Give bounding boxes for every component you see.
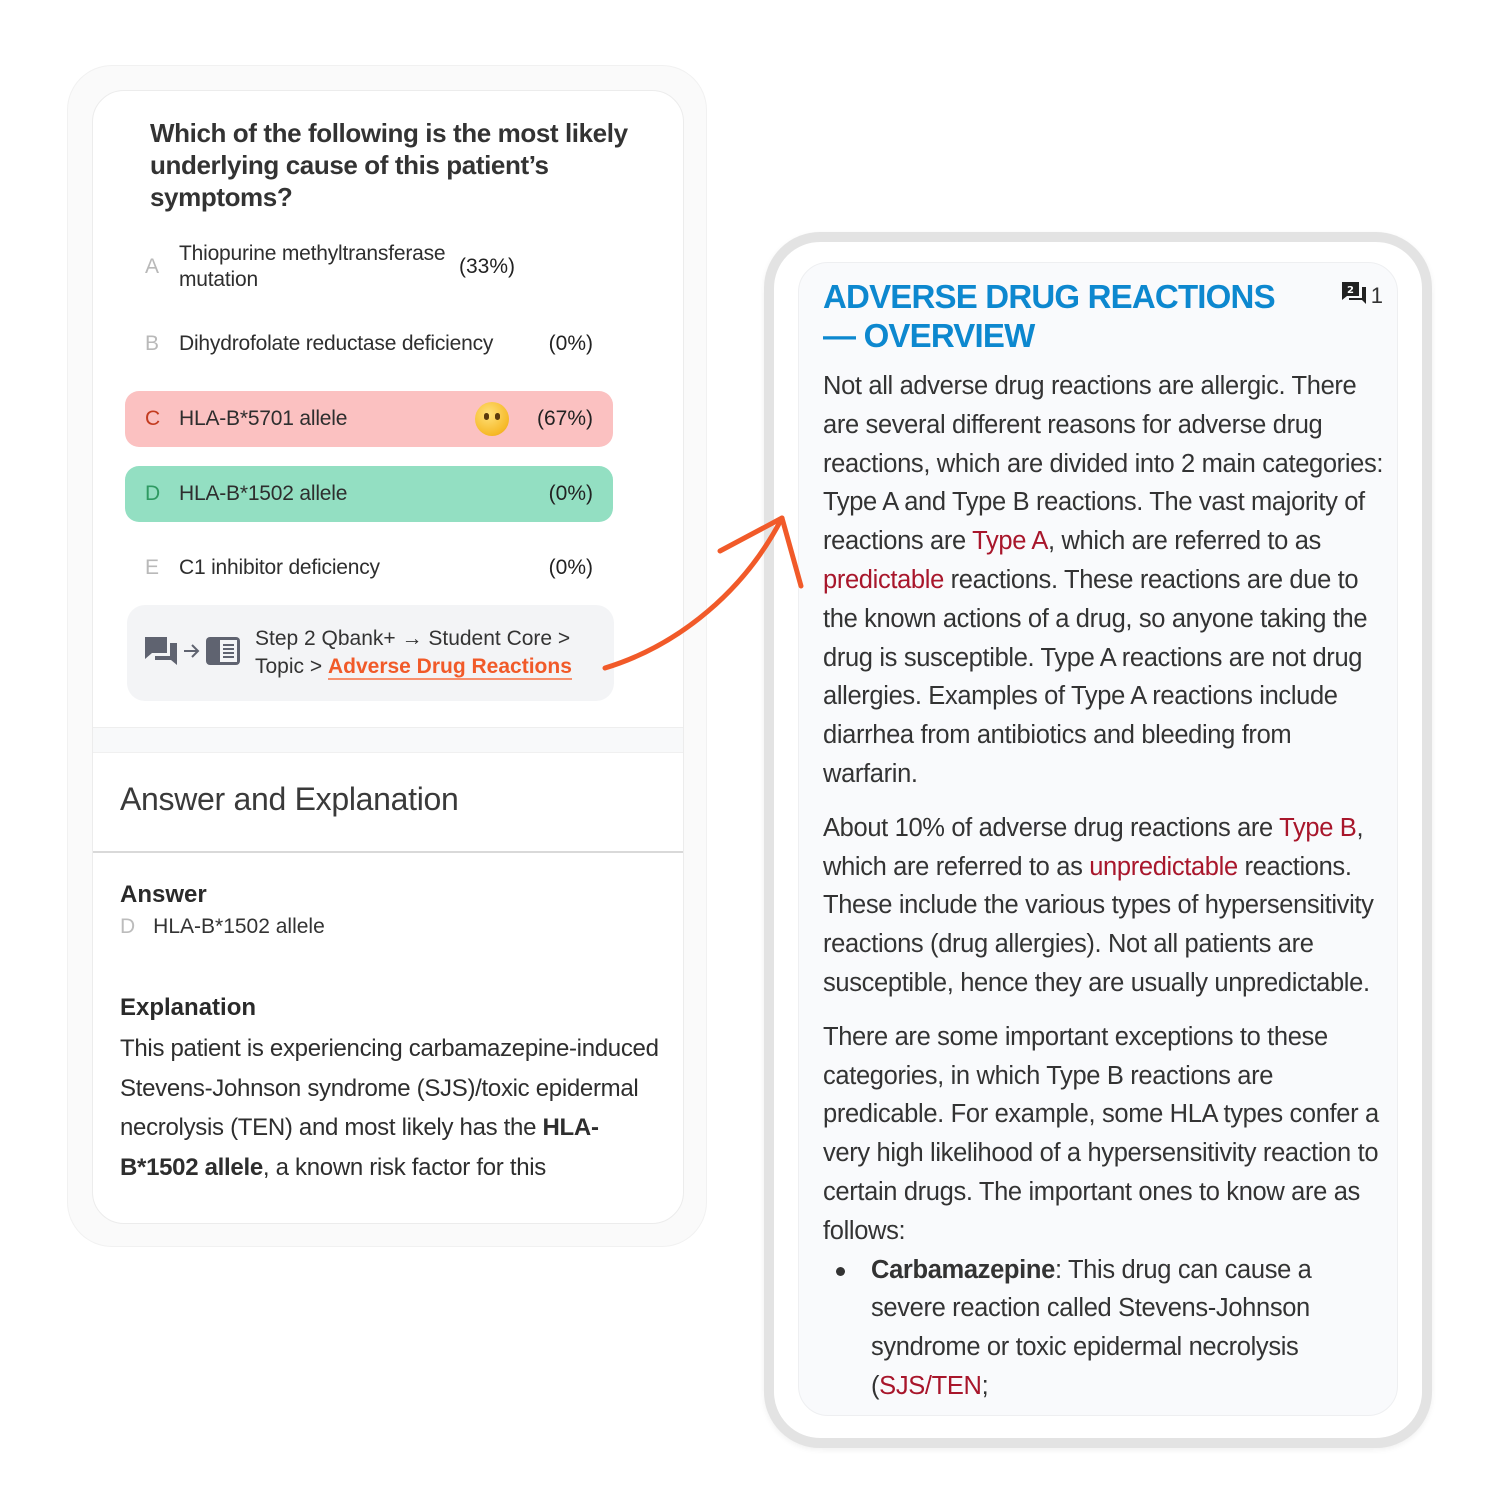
option-letter: D — [145, 482, 161, 505]
answer-heading: Answer — [120, 881, 207, 908]
breadcrumb-path: Step 2 Qbank+ → Student Core > — [255, 627, 571, 650]
option-letter: B — [145, 332, 160, 355]
article-card: ADVERSE DRUG REACTIONS — OVERVIEW 2 1 No… — [798, 262, 1398, 1416]
qbank-chat-icon — [143, 635, 179, 672]
answer-option-d[interactable]: D HLA-B*1502 allele (0%) — [125, 466, 613, 522]
explanation-text-part: , a known risk factor for this — [262, 1153, 546, 1181]
text: reactions. These reactions are due to th… — [823, 565, 1368, 788]
term-link[interactable]: SJS/TEN — [879, 1372, 982, 1400]
text: About 10% of adverse drug reactions are — [823, 813, 1280, 842]
article-title: ADVERSE DRUG REACTIONS — OVERVIEW — [823, 278, 1276, 354]
breadcrumb: Step 2 Qbank+ → Student Core > Topic > A… — [127, 605, 614, 701]
divider — [93, 851, 683, 853]
breadcrumb-text: Step 2 Qbank+ → Student Core > Topic > A… — [255, 625, 572, 681]
answer-explanation-title: Answer and Explanation — [120, 781, 459, 817]
article-paragraph: There are some important exceptions to t… — [823, 1022, 1379, 1245]
section-divider — [93, 727, 683, 753]
comment-count-button[interactable]: 2 1 — [1341, 281, 1383, 311]
option-percent: (33%) — [459, 255, 516, 278]
answer-letter: D — [120, 915, 136, 938]
answer-option-c[interactable]: C HLA-B*5701 allele (67%) — [125, 391, 613, 447]
option-text: Dihydrofolate reductase deficiency — [179, 332, 494, 355]
topic-link[interactable]: Adverse Drug Reactions — [327, 655, 572, 680]
text: , which are referred to as — [1048, 527, 1321, 556]
article-icon — [205, 636, 241, 671]
breadcrumb-path-topic: Topic > — [255, 655, 323, 678]
article-list: Carbamazepine: This drug can cause a sev… — [823, 1251, 1391, 1406]
term-link[interactable]: unpredictable — [1089, 853, 1238, 881]
list-item: Carbamazepine: This drug can cause a sev… — [823, 1251, 1391, 1406]
text: ; — [981, 1371, 989, 1400]
option-letter: C — [145, 407, 161, 430]
option-percent: (0%) — [548, 482, 593, 505]
thinking-face-icon — [474, 402, 509, 436]
answer-text: HLA-B*1502 allele — [153, 915, 325, 938]
drug-name: Carbamazepine — [871, 1255, 1055, 1284]
option-text: C1 inhibitor deficiency — [179, 556, 380, 579]
question-stem: Which of the following is the most likel… — [150, 118, 628, 212]
answer-option-a[interactable]: A Thiopurine methyltransferase mutation … — [125, 237, 613, 297]
option-text: Thiopurine methyltransferase mutation — [179, 242, 446, 291]
term-link[interactable]: Type A — [972, 527, 1048, 555]
term-link[interactable]: Type B — [1279, 814, 1357, 842]
option-letter: E — [145, 556, 160, 579]
comment-count: 1 — [1370, 283, 1383, 308]
article-paragraph: About 10% of adverse drug reactions are … — [823, 809, 1391, 1003]
option-text: HLA-B*5701 allele — [179, 407, 348, 430]
article-paragraph: Not all adverse drug reactions are aller… — [823, 367, 1391, 794]
explanation-heading: Explanation — [120, 994, 257, 1021]
option-percent: (0%) — [548, 332, 593, 355]
explanation-text: This patient is experiencing carbamazepi… — [120, 1029, 665, 1187]
question-card: Which of the following is the most likel… — [92, 90, 684, 1224]
option-letter: A — [145, 255, 160, 278]
term-link[interactable]: predictable — [823, 566, 944, 594]
option-text: HLA-B*1502 allele — [179, 482, 348, 505]
answer-option-b[interactable]: B Dihydrofolate reductase deficiency (0%… — [125, 317, 613, 371]
answer-option-e[interactable]: E C1 inhibitor deficiency (0%) — [125, 541, 613, 595]
article-body: Not all adverse drug reactions are aller… — [823, 367, 1391, 1406]
arrow-right-icon — [183, 643, 201, 664]
option-percent: (0%) — [548, 556, 593, 579]
svg-text:2: 2 — [1347, 285, 1354, 296]
option-percent: (67%) — [536, 407, 593, 430]
answer-value: D HLA-B*1502 allele — [120, 915, 325, 939]
comments-icon: 2 — [1341, 281, 1367, 311]
